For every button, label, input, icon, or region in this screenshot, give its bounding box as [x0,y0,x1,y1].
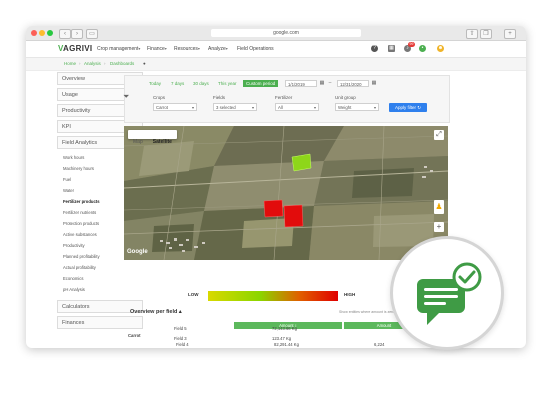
table-row-amount: 72,143.66 Kg [272,326,297,331]
sidebar-sub-planned-profitability[interactable]: Planned profitability [63,254,100,259]
calendar-icon[interactable]: ▦ [319,80,325,87]
sidebar-sub-productivity[interactable]: Productivity [63,243,85,248]
breadcrumb-separator: › [104,61,106,66]
table-row-amount-2: 6,224 [374,342,385,347]
sidebar-sub-fuel[interactable]: Fuel [63,177,71,182]
street-view-pegman-icon[interactable]: ♟ [434,200,444,214]
breadcrumb: Home › Analysis › Dashboards ● [26,58,526,71]
fields-select[interactable]: 3 selected ▾ [213,103,257,111]
nav-analyze[interactable]: Analyze▾ [208,46,228,52]
range-this-year[interactable]: This year [218,81,237,86]
tab-map[interactable]: Map [128,138,148,147]
field-marker-high [283,204,304,228]
sidebar-sub-active-substances[interactable]: Active substances [63,232,97,237]
sidebar-toggle-icon[interactable]: ▭ [86,29,98,39]
crops-select[interactable]: Carrot ▾ [153,103,197,111]
fertilizer-select[interactable]: All ▾ [275,103,319,111]
range-30-days[interactable]: 30 days [193,81,209,86]
new-tab-icon[interactable]: + [504,29,516,39]
close-window-button[interactable] [31,30,37,36]
nav-crop-management[interactable]: Crop management▾ [97,46,140,52]
chevron-down-icon: ▾ [313,105,316,110]
date-separator: – [328,80,332,86]
forward-icon[interactable]: › [71,29,83,39]
notification-badge: 99 [408,42,415,47]
table-row-amount: 82,291.44 Kg [274,342,299,347]
sidebar-sub-fertilizer-nutrients[interactable]: Fertilizer nutrients [63,210,96,215]
date-to-input[interactable]: 12/31/2020 [337,80,369,87]
sidebar-sub-ph-analysis[interactable]: pH Analysis [63,287,85,292]
table-row-field: Field 5 [174,326,187,331]
browser-toolbar: ‹ › ▭ google.com ⇧ ❐ + [26,26,526,41]
zoom-in-icon[interactable]: + [434,222,444,232]
minimize-window-button[interactable] [39,30,45,36]
google-logo: Google [127,249,148,255]
range-today[interactable]: Today [149,81,161,86]
back-icon[interactable]: ‹ [59,29,71,39]
tabs-icon[interactable]: ❐ [480,29,492,39]
filter-panel: ⏷ Today 7 days 30 days This year Custom … [123,75,450,123]
apply-filter-button[interactable]: Apply filter ↻ [389,103,427,112]
unit-group-select[interactable]: Weight ▾ [335,103,379,111]
table-row-field: Field 3 [174,336,187,341]
breadcrumb-separator: › [79,61,81,66]
user-avatar-icon[interactable]: ☻ [437,45,444,52]
nav-finance[interactable]: Finance▾ [147,46,167,52]
breadcrumb-analysis[interactable]: Analysis [84,61,101,66]
sidebar-sub-fertilizer-products[interactable]: Fertilizer products [63,199,100,204]
nav-field-operations[interactable]: Field Operations [237,46,274,52]
calendar-icon[interactable]: ▦ [371,80,377,87]
chevron-down-icon: ▾ [373,105,376,110]
chevron-down-icon: ▾ [191,105,194,110]
address-bar[interactable]: google.com [211,29,361,37]
fertilizer-label: Fertilizer [275,95,293,100]
field-marker-low [291,153,312,172]
calendar-icon[interactable]: ▦ [388,45,395,52]
maximize-window-button[interactable] [47,30,53,36]
app-header: VAGRIVI Crop management▾ Finance▾ Resour… [26,41,526,58]
nav-resources[interactable]: Resources▾ [174,46,200,52]
crops-label: Crops [153,95,166,100]
app-logo[interactable]: VAGRIVI [58,44,92,53]
chat-approved-icon [417,262,482,325]
share-icon[interactable]: ⇧ [466,29,478,39]
map-type-tabs: Map Satellite [128,130,177,145]
chat-icon[interactable]: • [419,45,426,52]
range-7-days[interactable]: 7 days [171,81,184,86]
sidebar-sub-protection-products[interactable]: Protection products [63,221,99,226]
table-row-field: Field 4 [176,342,189,347]
sidebar-sub-machinery-hours[interactable]: Machinery hours [63,166,94,171]
filter-icon[interactable]: ⏷ [123,92,135,106]
tab-satellite[interactable]: Satellite [148,138,177,147]
sidebar-sub-water[interactable]: Water [63,188,74,193]
fullscreen-icon[interactable]: ⤢ [434,130,444,140]
range-custom-period[interactable]: Custom period [243,80,279,87]
breadcrumb-home[interactable]: Home [64,61,76,66]
sidebar-sub-economics[interactable]: Economics [63,276,83,281]
unit-group-label: Unit group [335,95,356,100]
sidebar-sub-actual-profitability[interactable]: Actual profitability [63,265,96,270]
help-icon[interactable]: ? [371,45,378,52]
help-icon[interactable]: ● [143,61,146,66]
fields-label: Fields [213,95,226,100]
sidebar-sub-work-hours[interactable]: Work hours [63,155,84,160]
date-from-input[interactable]: 1/1/2019 [285,80,317,87]
table-row-amount: 123.47 Kg [272,336,292,341]
chevron-down-icon: ▾ [251,105,254,110]
field-marker-high [263,199,284,218]
breadcrumb-dashboards[interactable]: Dashboards [110,61,134,66]
feature-badge [390,236,504,350]
